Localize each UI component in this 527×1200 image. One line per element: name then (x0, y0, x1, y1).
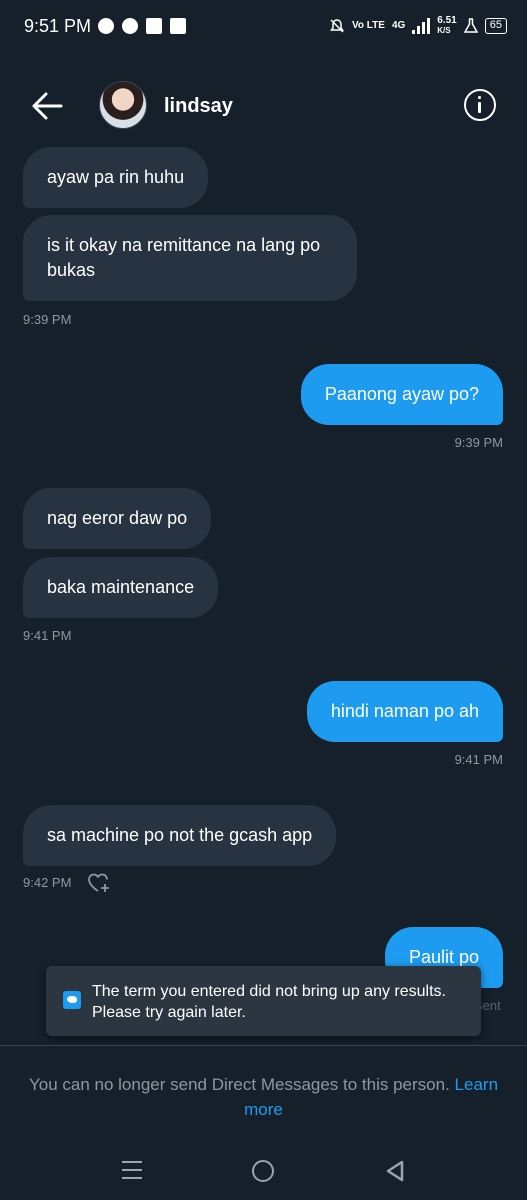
heart-plus-icon[interactable] (87, 872, 111, 894)
message-timestamp: 9:42 PM (23, 875, 72, 890)
message-bubble-outgoing[interactable]: Paanong ayaw po? (300, 364, 503, 425)
message-bubble-incoming[interactable]: nag eeror daw po (23, 488, 212, 549)
system-indicators: Vo LTE 4G 6.51 K/S 65 (329, 16, 507, 36)
app-notification-icon (170, 18, 186, 34)
data-speed-value: 6.51 (437, 15, 457, 26)
battery-indicator: 65 (484, 18, 507, 34)
flask-icon (463, 18, 478, 33)
toast-message: The term you entered did not bring up an… (92, 983, 446, 1021)
message-bubble-outgoing[interactable]: hindi naman po ah (306, 681, 503, 742)
mail-icon (146, 18, 162, 34)
message-timestamp: 9:39 PM (454, 435, 503, 450)
dm-disabled-notice: You can no longer send Direct Messages t… (20, 1072, 507, 1122)
message-bubble-incoming[interactable]: is it okay na remittance na lang po buka… (23, 215, 357, 301)
info-icon[interactable] (464, 89, 496, 121)
message-bubble-incoming[interactable]: baka maintenance (23, 557, 219, 618)
message-timestamp: 9:39 PM (23, 312, 72, 327)
system-nav-bar (0, 1140, 527, 1200)
message-bubble-incoming[interactable]: sa machine po not the gcash app (23, 805, 337, 866)
message-timestamp: 9:41 PM (23, 628, 72, 643)
telegram-icon (122, 18, 138, 34)
volte-indicator: Vo LTE (351, 20, 385, 31)
network-type: 4G (391, 20, 406, 31)
avatar[interactable] (99, 81, 147, 129)
contact-name[interactable]: lindsay (164, 95, 233, 118)
arrow-left-icon[interactable] (30, 90, 64, 122)
status-time: 9:51 PM (24, 16, 92, 36)
divider (0, 1045, 527, 1046)
mute-bell-icon (329, 19, 344, 33)
messenger-icon (98, 18, 114, 34)
notice-text: You can no longer send Direct Messages t… (28, 1075, 455, 1094)
message-bubble-incoming[interactable]: ayaw pa rin huhu (23, 147, 209, 208)
back-triangle-icon[interactable] (384, 1159, 406, 1183)
message-timestamp: 9:41 PM (454, 752, 503, 767)
error-toast: The term you entered did not bring up an… (46, 966, 481, 1036)
data-speed-unit: K/S (437, 26, 451, 35)
recent-apps-icon[interactable] (122, 1161, 142, 1179)
twitter-icon (63, 991, 81, 1009)
signal-bars-icon (412, 18, 431, 34)
notification-icons (98, 18, 186, 34)
data-speed: 6.51 K/S (437, 16, 456, 36)
home-icon[interactable] (252, 1160, 274, 1182)
status-bar: 9:51 PM Vo LTE 4G 6.51 K/S 65 (0, 0, 527, 56)
conversation-header: lindsay (0, 70, 527, 142)
